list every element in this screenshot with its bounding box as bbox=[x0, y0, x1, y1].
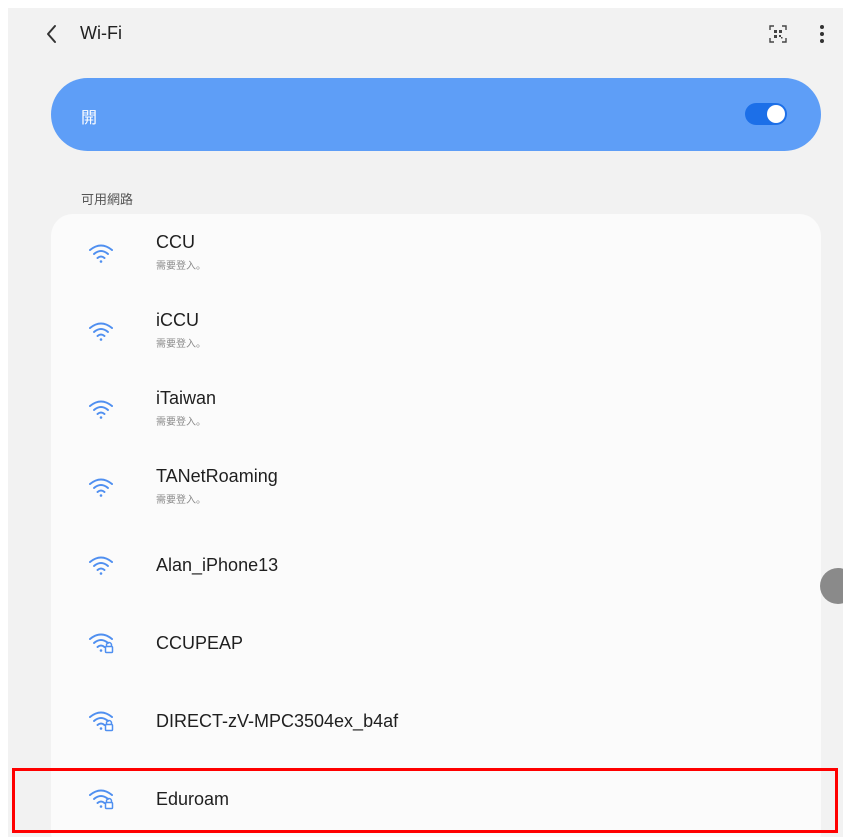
wifi-master-switch-bar[interactable]: 開 bbox=[51, 78, 821, 151]
network-status: 需要登入。 bbox=[156, 261, 206, 272]
app-bar: Wi-Fi bbox=[8, 8, 843, 60]
network-name: DIRECT-zV-MPC3504ex_b4af bbox=[156, 711, 399, 731]
qr-scan-button[interactable] bbox=[764, 20, 792, 48]
wifi-icon bbox=[89, 400, 113, 419]
network-item-ccupeap[interactable]: CCUPEAP bbox=[51, 604, 821, 682]
network-item-eduroam[interactable]: Eduroam bbox=[51, 760, 821, 837]
network-status: 需要登入。 bbox=[156, 495, 206, 506]
wifi-toggle-switch[interactable] bbox=[745, 103, 787, 125]
network-item-itaiwan[interactable]: iTaiwan 需要登入。 bbox=[51, 370, 821, 448]
qr-code-icon bbox=[769, 25, 787, 43]
available-networks-label: 可用網路 bbox=[81, 192, 134, 207]
wifi-lock-icon bbox=[89, 711, 114, 732]
network-status: 需要登入。 bbox=[156, 417, 206, 428]
more-options-button[interactable] bbox=[808, 20, 836, 48]
network-item-direct-mpc3504ex[interactable]: DIRECT-zV-MPC3504ex_b4af bbox=[51, 682, 821, 760]
network-name: Eduroam bbox=[156, 789, 230, 809]
wifi-lock-icon bbox=[89, 633, 114, 654]
wifi-lock-icon bbox=[89, 789, 114, 810]
network-item-ccu[interactable]: CCU 需要登入。 bbox=[51, 214, 821, 292]
network-name: CCUPEAP bbox=[156, 633, 244, 653]
network-item-iccu[interactable]: iCCU 需要登入。 bbox=[51, 292, 821, 370]
network-item-tanetroaming[interactable]: TANetRoaming 需要登入。 bbox=[51, 448, 821, 526]
wifi-icon bbox=[89, 478, 113, 497]
network-status: 需要登入。 bbox=[156, 339, 206, 350]
network-name: Alan_iPhone13 bbox=[156, 555, 279, 575]
wifi-settings-screen: Wi-Fi 開 可用網路 CCU 需要登入。 iCCU 需要登入。 iTaiwa… bbox=[8, 8, 843, 837]
page-title: Wi-Fi bbox=[80, 23, 122, 43]
chevron-left-icon bbox=[47, 25, 56, 43]
wifi-icon bbox=[89, 244, 113, 263]
wifi-icon bbox=[89, 322, 113, 341]
back-button[interactable] bbox=[38, 20, 66, 48]
network-list: CCU 需要登入。 iCCU 需要登入。 iTaiwan 需要登入。 TANet… bbox=[51, 214, 821, 837]
wifi-switch-label: 開 bbox=[81, 110, 98, 127]
network-name: TANetRoaming bbox=[156, 466, 278, 486]
toggle-knob bbox=[767, 105, 785, 123]
network-name: CCU bbox=[156, 232, 195, 252]
wifi-icon bbox=[89, 556, 113, 575]
more-vertical-icon bbox=[820, 25, 824, 43]
network-item-alan-iphone13[interactable]: Alan_iPhone13 bbox=[51, 526, 821, 604]
network-name: iCCU bbox=[156, 310, 199, 330]
fast-scroll-handle[interactable] bbox=[820, 568, 843, 604]
network-name: iTaiwan bbox=[156, 388, 217, 408]
